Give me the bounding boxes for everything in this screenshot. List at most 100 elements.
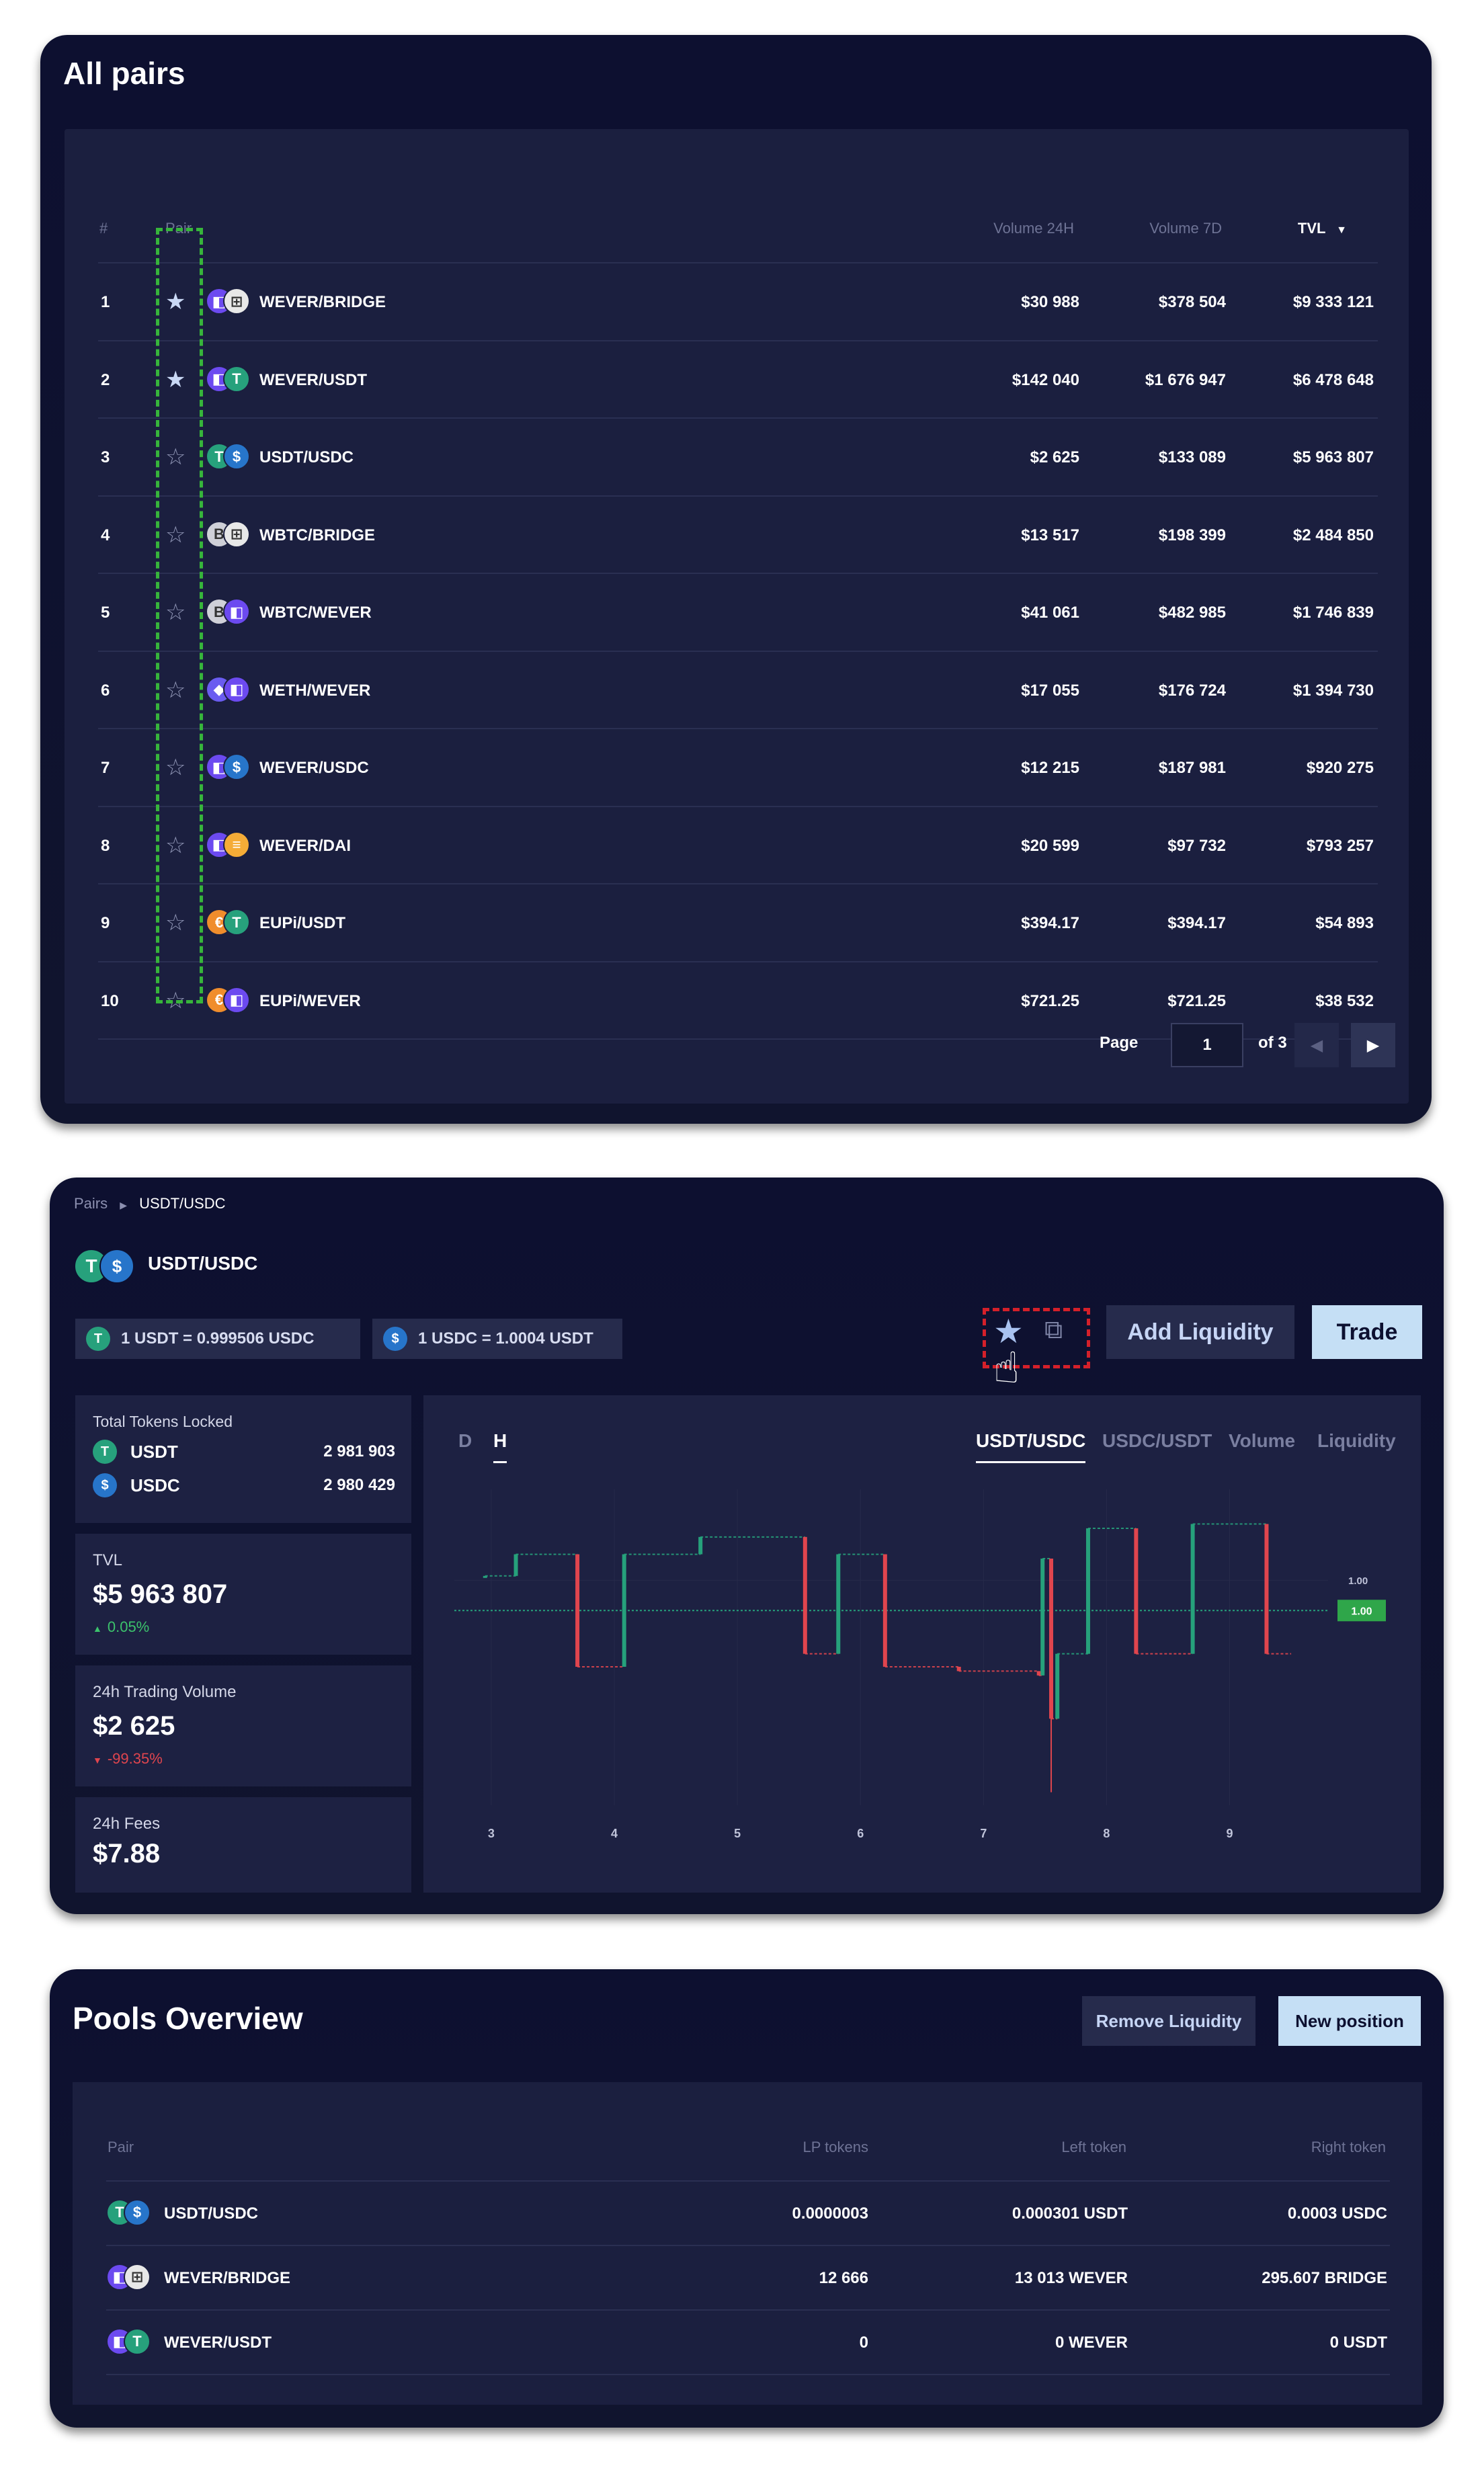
page-total: of 3 bbox=[1258, 1034, 1287, 1052]
remove-liquidity-button[interactable]: Remove Liquidity bbox=[1082, 1996, 1255, 2046]
candle-body bbox=[1036, 1671, 1041, 1676]
x-tick-label: 6 bbox=[857, 1827, 864, 1840]
pair-token-icons: ◧ T bbox=[206, 365, 253, 395]
candle-body bbox=[1085, 1528, 1090, 1654]
tvl-change-value: 0.05% bbox=[107, 1618, 150, 1635]
header-volume-24h[interactable]: Volume 24H bbox=[993, 220, 1074, 237]
table-row[interactable]: 5 ☆ B ◧ WBTC/WEVER $41 061 $482 985 $1 7… bbox=[98, 573, 1378, 650]
x-tick-label: 7 bbox=[980, 1827, 987, 1840]
volume-24h-value: $13 517 bbox=[1021, 526, 1079, 544]
table-row[interactable]: 3 ☆ T $ USDT/USDC $2 625 $133 089 $5 963… bbox=[98, 417, 1378, 495]
volume-7d-value: $176 724 bbox=[1158, 681, 1226, 700]
pair-name[interactable]: WEVER/DAI bbox=[259, 807, 351, 884]
pair-detail-card: Pairs ▶ USDT/USDC T $ USDT/USDC T 1 USDT… bbox=[50, 1178, 1444, 1914]
usdc-icon: $ bbox=[93, 1473, 117, 1497]
pair-name[interactable]: WEVER/BRIDGE bbox=[259, 263, 386, 341]
header-num: # bbox=[99, 220, 108, 237]
external-link-icon[interactable]: ⧉ bbox=[1044, 1316, 1063, 1345]
pool-pair-name[interactable]: USDT/USDC bbox=[164, 2182, 258, 2246]
tab-volume[interactable]: Volume bbox=[1229, 1430, 1295, 1461]
header-volume-7d[interactable]: Volume 7D bbox=[1149, 220, 1222, 237]
candle-body bbox=[1190, 1524, 1195, 1654]
add-liquidity-button[interactable]: Add Liquidity bbox=[1106, 1305, 1294, 1359]
pools-table: Pair LP tokens Left token Right token T … bbox=[73, 2082, 1422, 2405]
tokens-locked-panel: Total Tokens Locked T USDT 2 981 903 $ U… bbox=[75, 1395, 411, 1523]
header-tvl[interactable]: TVL ▼ bbox=[1298, 220, 1347, 237]
volume-change-value: -99.35% bbox=[107, 1750, 163, 1767]
volume-24h-value: $17 055 bbox=[1021, 681, 1079, 700]
pool-token-icons: ◧ T bbox=[106, 2328, 153, 2358]
volume-24h-value: $2 625 bbox=[1030, 448, 1079, 466]
candle-body bbox=[836, 1554, 841, 1654]
tvl-label: TVL bbox=[93, 1551, 123, 1569]
table-row[interactable]: 2 ★ ◧ T WEVER/USDT $142 040 $1 676 947 $… bbox=[98, 339, 1378, 419]
tab-usdt-usdc[interactable]: USDT/USDC bbox=[976, 1430, 1086, 1463]
page-label: Page bbox=[1100, 1034, 1139, 1052]
new-position-button[interactable]: New position bbox=[1278, 1996, 1421, 2046]
page-input[interactable]: 1 bbox=[1171, 1023, 1243, 1067]
volume-7d-value: $97 732 bbox=[1167, 836, 1226, 855]
volume-label: 24h Trading Volume bbox=[93, 1683, 237, 1701]
table-row[interactable]: 4 ☆ B ⊞ WBTC/BRIDGE $13 517 $198 399 $2 … bbox=[98, 495, 1378, 573]
pool-pair-name[interactable]: WEVER/USDT bbox=[164, 2311, 272, 2375]
row-number: 3 bbox=[101, 448, 110, 466]
row-number: 7 bbox=[101, 759, 110, 777]
locked-usdc-amount: 2 980 429 bbox=[323, 1476, 395, 1494]
row-number: 10 bbox=[101, 991, 119, 1010]
candlestick-chart[interactable]: 34567891.000.991.00 bbox=[454, 1476, 1395, 1872]
row-number: 5 bbox=[101, 604, 110, 622]
candle-body bbox=[802, 1536, 807, 1654]
usdc-icon: $ bbox=[383, 1327, 407, 1351]
tab-daily[interactable]: D bbox=[458, 1430, 472, 1461]
pair-name[interactable]: EUPi/WEVER bbox=[259, 962, 361, 1040]
table-row[interactable]: 6 ☆ ◆ ◧ WETH/WEVER $17 055 $176 724 $1 3… bbox=[98, 650, 1378, 729]
pool-row[interactable]: ◧ ⊞ WEVER/BRIDGE 12 666 13 013 WEVER 295… bbox=[106, 2245, 1390, 2309]
bridge-icon: ⊞ bbox=[124, 2264, 151, 2291]
breadcrumb-root[interactable]: Pairs bbox=[74, 1195, 108, 1212]
dai-icon: ≡ bbox=[223, 831, 250, 858]
tab-usdc-usdt[interactable]: USDC/USDT bbox=[1102, 1430, 1212, 1461]
tvl-panel: TVL $5 963 807 ▲ 0.05% bbox=[75, 1534, 411, 1655]
tvl-value: $920 275 bbox=[1306, 759, 1374, 777]
all-pairs-card: All pairs # Pair Volume 24H Volume 7D TV… bbox=[40, 35, 1432, 1124]
fees-value: $7.88 bbox=[93, 1839, 161, 1868]
usdt-icon: T bbox=[86, 1327, 110, 1351]
pool-row[interactable]: ◧ T WEVER/USDT 0 0 WEVER 0 USDT bbox=[106, 2309, 1390, 2374]
trade-button[interactable]: Trade bbox=[1312, 1305, 1422, 1359]
pair-name[interactable]: WETH/WEVER bbox=[259, 652, 370, 729]
prev-page-button[interactable]: ◀ bbox=[1294, 1023, 1339, 1067]
pair-name[interactable]: WBTC/BRIDGE bbox=[259, 497, 375, 574]
x-tick-label: 8 bbox=[1103, 1827, 1110, 1840]
tab-liquidity[interactable]: Liquidity bbox=[1317, 1430, 1396, 1461]
pools-header-right: Right token bbox=[1311, 2139, 1386, 2155]
tvl-change: ▲ 0.05% bbox=[93, 1618, 149, 1636]
candle-body bbox=[1264, 1524, 1269, 1654]
candle-body bbox=[622, 1554, 626, 1667]
pools-bottom-divider bbox=[106, 2374, 1390, 2375]
table-row[interactable]: 8 ☆ ◧ ≡ WEVER/DAI $20 599 $97 732 $793 2… bbox=[98, 805, 1378, 884]
x-tick-label: 3 bbox=[488, 1827, 495, 1840]
row-number: 6 bbox=[101, 681, 110, 700]
pair-token-icons: T $ bbox=[206, 443, 253, 472]
usdc-icon: $ bbox=[124, 2199, 151, 2226]
candle-body bbox=[1040, 1559, 1045, 1676]
usdc-icon: $ bbox=[223, 443, 250, 470]
pool-row[interactable]: T $ USDT/USDC 0.0000003 0.000301 USDT 0.… bbox=[106, 2180, 1390, 2245]
hand-cursor-icon: ☝ bbox=[993, 1344, 1020, 1392]
next-page-button[interactable]: ▶ bbox=[1351, 1023, 1395, 1067]
pair-name[interactable]: EUPi/USDT bbox=[259, 884, 345, 962]
candle-body bbox=[1055, 1653, 1060, 1719]
pool-lp-value: 12 666 bbox=[819, 2269, 868, 2287]
pair-name[interactable]: WEVER/USDC bbox=[259, 729, 369, 807]
pair-name[interactable]: WBTC/WEVER bbox=[259, 574, 372, 651]
table-row[interactable]: 9 ☆ € T EUPi/USDT $394.17 $394.17 $54 89… bbox=[98, 883, 1378, 960]
table-row[interactable]: 7 ☆ ◧ $ WEVER/USDC $12 215 $187 981 $920… bbox=[98, 728, 1378, 805]
volume-24h-value: $394.17 bbox=[1021, 914, 1079, 932]
caret-right-icon: ▶ bbox=[120, 1200, 128, 1210]
tab-hourly[interactable]: H bbox=[493, 1430, 507, 1463]
pair-name[interactable]: USDT/USDC bbox=[259, 419, 354, 496]
table-row[interactable]: 1 ★ ◧ ⊞ WEVER/BRIDGE $30 988 $378 504 $9… bbox=[98, 262, 1378, 339]
pool-pair-name[interactable]: WEVER/BRIDGE bbox=[164, 2246, 290, 2311]
pair-name[interactable]: WEVER/USDT bbox=[259, 341, 367, 419]
price-chart-panel: D H USDT/USDC USDC/USDT Volume Liquidity… bbox=[423, 1395, 1421, 1893]
